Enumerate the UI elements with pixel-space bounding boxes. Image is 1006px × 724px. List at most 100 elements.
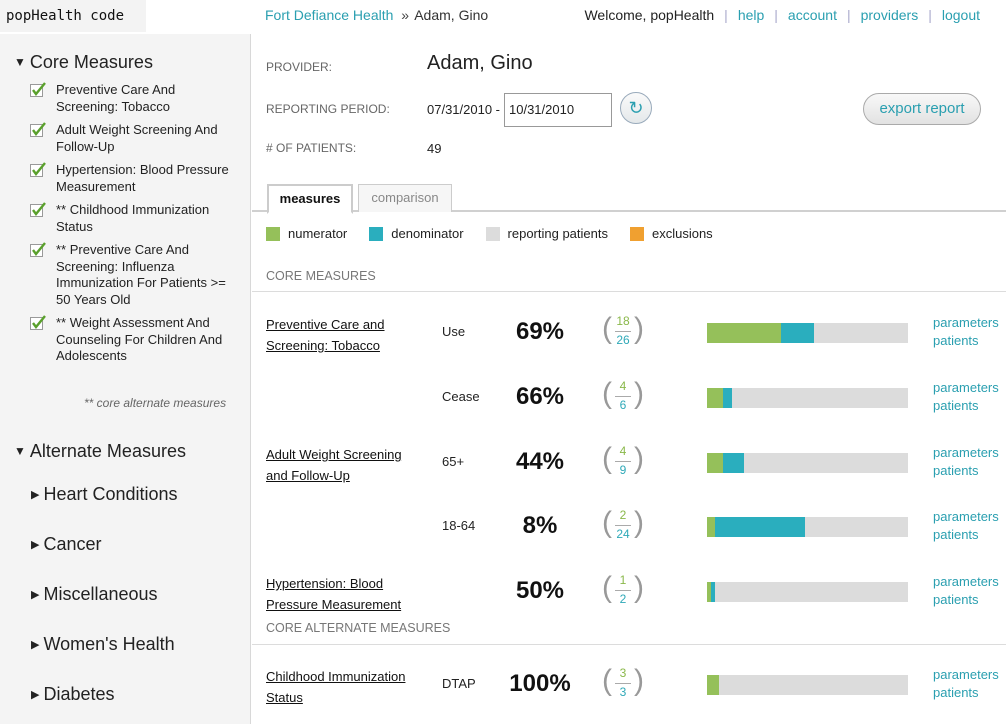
core-measure-label: ** Preventive Care And Screening: Influe… <box>56 242 226 307</box>
denominator-count: 2 <box>619 592 627 606</box>
patients-link[interactable]: patients <box>933 332 999 350</box>
checkmark-icon[interactable] <box>30 162 47 179</box>
main-content: PROVIDER: Adam, Gino REPORTING PERIOD: 0… <box>252 34 1006 724</box>
breadcrumb-organization-link[interactable]: Fort Defiance Health <box>265 7 393 23</box>
measure-sub-label: 65+ <box>442 454 465 469</box>
measure-bar <box>707 517 908 537</box>
group-heading-core-alternate: CORE ALTERNATE MEASURES <box>266 621 451 635</box>
denominator-count: 26 <box>616 333 630 347</box>
legend-swatch <box>485 226 500 241</box>
measure-fraction: ( 4 9 ) <box>602 442 644 478</box>
core-measure-item[interactable]: ** Weight Assessment And Counseling For … <box>30 315 230 365</box>
app-logo[interactable]: popHealth code <box>0 0 146 32</box>
core-measures-toggle[interactable]: ▼ Core Measures <box>14 52 153 73</box>
patients-link[interactable]: patients <box>933 397 999 415</box>
divider <box>252 291 1006 292</box>
core-measure-label: Adult Weight Screening And Follow-Up <box>56 122 218 154</box>
measure-fraction: ( 18 26 ) <box>602 312 644 348</box>
core-measure-label: ** Childhood Immunization Status <box>56 202 210 234</box>
core-measure-item[interactable]: ** Childhood Immunization Status <box>30 202 230 235</box>
legend-label: exclusions <box>651 226 713 241</box>
breadcrumb-current: Adam, Gino <box>414 7 489 23</box>
checkmark-icon[interactable] <box>30 82 47 99</box>
numerator-count: 3 <box>619 666 627 680</box>
measure-row: 18-64 8% ( 2 24 ) parameters patients <box>252 500 1006 564</box>
measure-links: parameters patients <box>933 508 999 543</box>
period-end-input[interactable]: 10/31/2010 <box>504 93 612 127</box>
patients-link[interactable]: patients <box>933 684 999 702</box>
export-report-button[interactable]: export report <box>863 93 981 125</box>
legend-item: exclusions <box>629 226 713 241</box>
parameters-link[interactable]: parameters <box>933 314 999 332</box>
top-bar: popHealth code Fort Defiance Health » Ad… <box>0 0 1006 34</box>
parameters-link[interactable]: parameters <box>933 508 999 526</box>
core-measure-item[interactable]: Preventive Care And Screening: Tobacco <box>30 82 230 115</box>
triangle-down-icon: ▼ <box>14 444 26 458</box>
refresh-icon[interactable]: ↻ <box>620 92 652 124</box>
reporting-period-label: REPORTING PERIOD: <box>266 102 390 116</box>
triangle-down-icon: ▼ <box>14 55 26 69</box>
legend-label: numerator <box>288 226 348 241</box>
numerator-count: 1 <box>619 573 627 587</box>
patients-link[interactable]: patients <box>933 591 999 609</box>
checkmark-icon[interactable] <box>30 122 47 139</box>
parameters-link[interactable]: parameters <box>933 444 999 462</box>
core-measure-item[interactable]: ** Preventive Care And Screening: Influe… <box>30 242 230 308</box>
core-measure-label: ** Weight Assessment And Counseling For … <box>56 315 223 363</box>
checkmark-icon[interactable] <box>30 202 47 219</box>
numerator-count: 2 <box>619 508 627 522</box>
core-alternate-note: ** core alternate measures <box>84 396 227 410</box>
parameters-link[interactable]: parameters <box>933 666 999 684</box>
patients-link[interactable]: patients <box>933 462 999 480</box>
measure-name-link[interactable]: Adult Weight Screening and Follow-Up <box>266 444 426 486</box>
alt-category-cancer[interactable]: ▶ Cancer <box>31 534 178 584</box>
alt-category-label: Heart Conditions <box>43 484 178 504</box>
legend-item: reporting patients <box>485 226 608 241</box>
checkmark-icon[interactable] <box>30 242 47 259</box>
account-link[interactable]: account <box>788 7 837 23</box>
triangle-right-icon: ▶ <box>31 489 40 501</box>
group-heading-core: CORE MEASURES <box>266 269 376 283</box>
checkmark-icon[interactable] <box>30 315 47 332</box>
alt-category-miscellaneous[interactable]: ▶ Miscellaneous <box>31 584 178 634</box>
measure-row: Childhood Immunization Status DTAP 100% … <box>252 658 1006 722</box>
alternate-measures-toggle[interactable]: ▼ Alternate Measures <box>14 441 186 462</box>
period-start[interactable]: 07/31/2010 - <box>427 102 500 117</box>
help-link[interactable]: help <box>738 7 764 23</box>
alt-category-heart-conditions[interactable]: ▶ Heart Conditions <box>31 484 178 534</box>
measure-name-link[interactable]: Hypertension: Blood Pressure Measurement <box>266 573 426 615</box>
measure-percentage: 44% <box>515 448 565 475</box>
alt-category-womens-health[interactable]: ▶ Women's Health <box>31 634 178 684</box>
tab-comparison[interactable]: comparison <box>358 184 452 212</box>
measure-row: Cease 66% ( 4 6 ) parameters patients <box>252 371 1006 435</box>
top-nav: Welcome, popHealth | help | account | pr… <box>584 7 980 23</box>
legend-swatch <box>266 226 280 241</box>
measure-name-link[interactable]: Preventive Care and Screening: Tobacco <box>266 314 426 356</box>
numerator-count: 4 <box>619 444 627 458</box>
patients-label: # OF PATIENTS: <box>266 141 357 155</box>
measure-sub-label: Use <box>442 324 466 339</box>
parameters-link[interactable]: parameters <box>933 573 999 591</box>
legend-swatch <box>369 226 384 241</box>
legend-swatch <box>629 226 644 241</box>
measure-fraction: ( 3 3 ) <box>602 664 644 700</box>
denominator-count: 6 <box>619 398 627 412</box>
alternate-measures-title: Alternate Measures <box>29 441 186 461</box>
nav-divider: | <box>928 7 932 23</box>
patients-link[interactable]: patients <box>933 526 999 544</box>
alt-category-diabetes[interactable]: ▶ Diabetes <box>31 684 178 724</box>
providers-link[interactable]: providers <box>861 7 919 23</box>
tab-measures[interactable]: measures <box>267 184 353 214</box>
measure-name-link[interactable]: Childhood Immunization Status <box>266 666 426 708</box>
triangle-right-icon: ▶ <box>31 639 40 651</box>
triangle-right-icon: ▶ <box>31 689 40 701</box>
measure-links: parameters patients <box>933 666 999 701</box>
core-measures-title: Core Measures <box>29 52 153 72</box>
measure-percentage: 69% <box>515 318 565 345</box>
legend-item: denominator <box>369 226 464 241</box>
core-measure-item[interactable]: Adult Weight Screening And Follow-Up <box>30 122 230 155</box>
core-measure-item[interactable]: Hypertension: Blood Pressure Measurement <box>30 162 230 195</box>
parameters-link[interactable]: parameters <box>933 379 999 397</box>
measure-links: parameters patients <box>933 379 999 414</box>
logout-link[interactable]: logout <box>942 7 980 23</box>
